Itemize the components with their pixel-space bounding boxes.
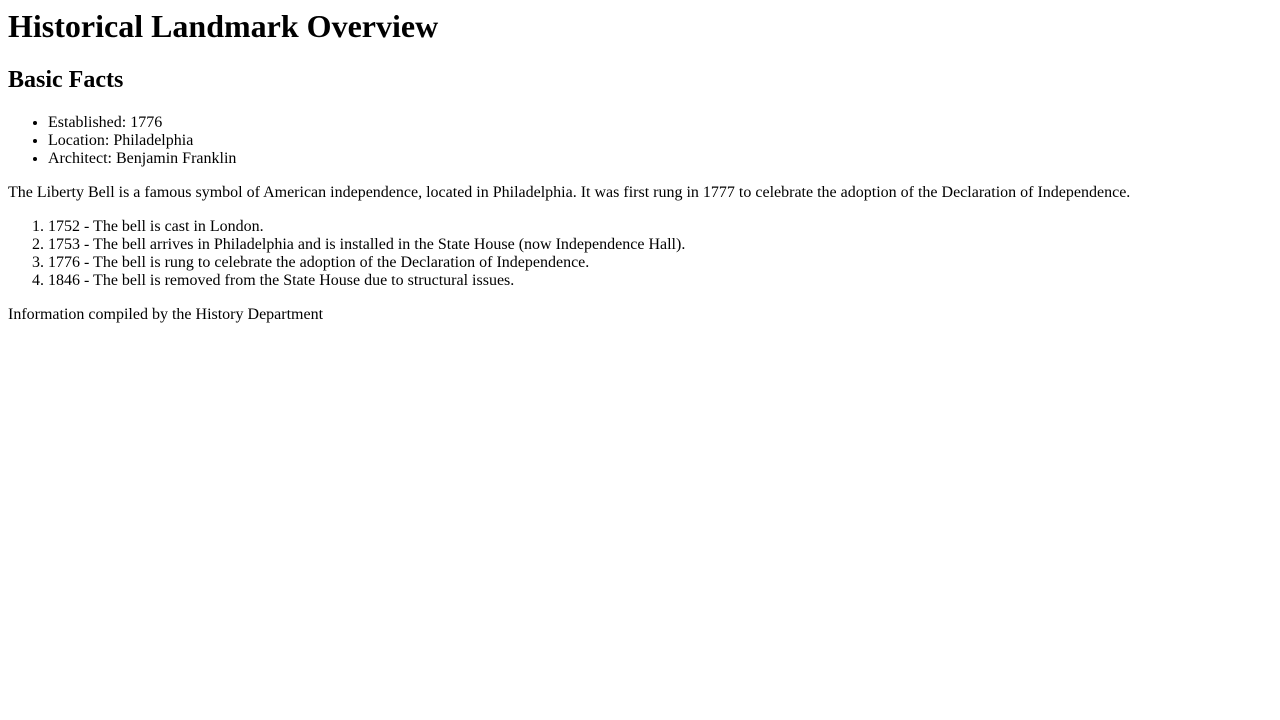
footer-credit: Information compiled by the History Depa… [8, 306, 324, 323]
timeline-list: 1752 - The bell is cast in London. 1753 … [8, 218, 1272, 290]
section-heading-basic-facts: Basic Facts [8, 67, 124, 93]
landmark-description: The Liberty Bell is a famous symbol of A… [8, 184, 1131, 201]
timeline-item: 1752 - The bell is cast in London. [48, 218, 1272, 236]
page-title: Historical Landmark Overview [8, 8, 439, 44]
fact-item-architect: Architect: Benjamin Franklin [48, 150, 1272, 168]
facts-list: Established: 1776 Location: Philadelphia… [8, 114, 1272, 168]
timeline-item: 1846 - The bell is removed from the Stat… [48, 272, 1272, 290]
fact-item-location: Location: Philadelphia [48, 132, 1272, 150]
page-content: Historical Landmark Overview Basic Facts… [8, 8, 1272, 324]
fact-item-established: Established: 1776 [48, 114, 1272, 132]
timeline-item: 1753 - The bell arrives in Philadelphia … [48, 236, 1272, 254]
timeline-item: 1776 - The bell is rung to celebrate the… [48, 254, 1272, 272]
